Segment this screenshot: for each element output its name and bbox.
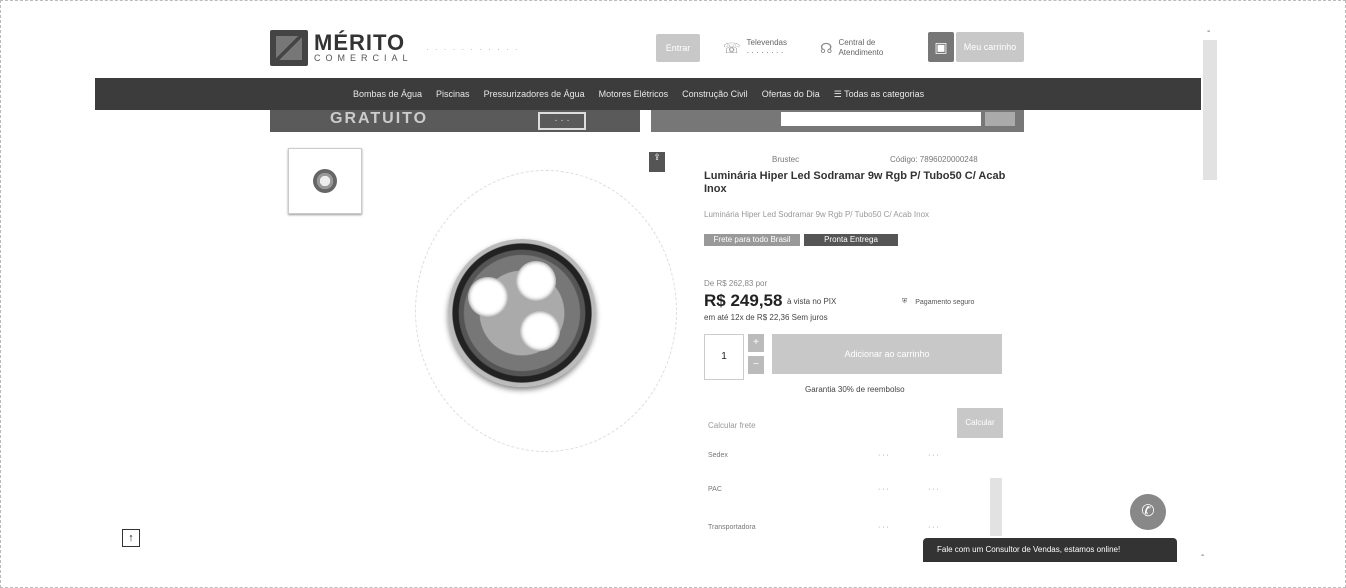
nav-item[interactable]: Piscinas — [436, 89, 470, 100]
promo-banner-box: · · · — [538, 112, 586, 130]
secure-payment: ⛨ Pagamento seguro — [902, 298, 975, 306]
add-to-cart-button[interactable]: Adicionar ao carrinho — [772, 334, 1002, 374]
logo-title: MÉRITO — [314, 30, 406, 55]
nav-item[interactable]: ☰ Todas as categorias — [834, 89, 924, 100]
promo-banner-text: GRATUITO — [330, 110, 429, 127]
price-payment-note: à vista no PIX — [787, 297, 837, 306]
nav-item[interactable]: Ofertas do Dia — [762, 89, 820, 100]
product-sku: Código: 7896020000248 — [890, 155, 978, 164]
cart-icon[interactable]: ▣ — [928, 32, 954, 62]
product-brand: Brustec — [772, 155, 800, 164]
televendas-title: Televendas — [746, 38, 787, 47]
shipping-list-scrollbar[interactable] — [990, 478, 1002, 536]
page-scrollbar[interactable] — [1203, 40, 1217, 180]
search-button[interactable] — [985, 112, 1015, 126]
header-tagline: · · · · · · · · · · · — [426, 45, 520, 54]
search-input[interactable] — [781, 112, 981, 126]
nav-item[interactable]: Pressurizadores de Água — [484, 89, 585, 100]
product-thumbnail[interactable] — [288, 148, 362, 214]
quantity-increase-button[interactable]: + — [748, 334, 764, 352]
price: R$ 249,58 — [704, 291, 783, 310]
central-atendimento-info[interactable]: ☊ Central de Atendimento — [820, 38, 883, 58]
cart-button[interactable]: Meu carrinho — [956, 32, 1024, 62]
nav-item[interactable]: Motores Elétricos — [599, 89, 669, 100]
login-button[interactable]: Entrar — [656, 34, 700, 62]
promo-banner[interactable]: GRATUITO · · · — [270, 110, 640, 132]
logo-mark-icon — [270, 30, 308, 66]
old-price: De R$ 262,83 por — [704, 279, 768, 288]
quantity-input[interactable]: 1 — [704, 334, 744, 380]
calculate-shipping-button[interactable]: Calcular — [957, 408, 1003, 438]
product-description: Luminária Hiper Led Sodramar 9w Rgb P/ T… — [704, 210, 930, 219]
minimize-icon[interactable]: - — [1201, 550, 1204, 561]
whatsapp-icon[interactable]: ✆ — [1130, 494, 1166, 530]
scroll-indicator: - — [1207, 26, 1211, 37]
televendas-info[interactable]: ☏ Televendas · · · · · · · · — [723, 38, 787, 58]
guarantee-note: Garantia 30% de reembolso — [805, 385, 905, 394]
shipping-row: Transportadora · · · · · · — [708, 524, 939, 531]
site-logo[interactable]: MÉRITO COMERCIAL — [270, 30, 413, 66]
back-to-top-button[interactable]: ↑ — [122, 529, 140, 547]
chat-bar[interactable]: Fale com um Consultor de Vendas, estamos… — [923, 538, 1177, 562]
free-shipping-badge: Frete para todo Brasil — [704, 234, 800, 246]
product-main-image[interactable] — [405, 160, 685, 460]
shipping-calc-label: Calcular frete — [708, 421, 756, 430]
shipping-row: Sedex · · · · · · — [708, 452, 939, 459]
central-title: Central de — [838, 38, 876, 47]
nav-item[interactable]: Bombas de Água — [353, 89, 422, 100]
search-banner — [651, 110, 1024, 132]
nav-item[interactable]: Construção Civil — [682, 89, 748, 100]
headset-icon: ☊ — [820, 40, 833, 56]
led-lamp-image — [448, 239, 596, 387]
category-nav: Bombas de Água Piscinas Pressurizadores de… — [95, 78, 1201, 110]
shield-icon: ⛨ — [902, 298, 908, 305]
thumbnail-image — [313, 169, 337, 193]
central-sub: Atendimento — [838, 48, 884, 57]
installments: em até 12x de R$ 22,36 Sem juros — [704, 313, 828, 322]
ready-delivery-badge: Pronta Entrega — [804, 234, 898, 246]
phone-icon: ☏ — [723, 40, 741, 56]
quantity-decrease-button[interactable]: − — [748, 356, 764, 374]
shipping-row: PAC · · · · · · — [708, 486, 939, 493]
televendas-sub: · · · · · · · · — [746, 48, 784, 57]
product-title: Luminária Hiper Led Sodramar 9w Rgb P/ T… — [704, 170, 1006, 195]
logo-subtitle: COMERCIAL — [314, 53, 413, 63]
